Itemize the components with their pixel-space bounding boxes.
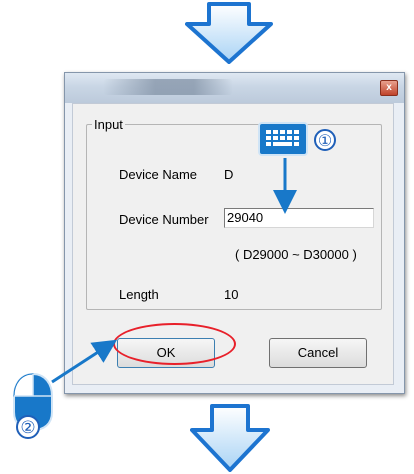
step-2-badge: ② [16,415,40,439]
down-arrow-icon-bottom [190,404,270,472]
mouse-to-ok-arrow [51,339,118,384]
annotation-arrows [51,158,297,384]
